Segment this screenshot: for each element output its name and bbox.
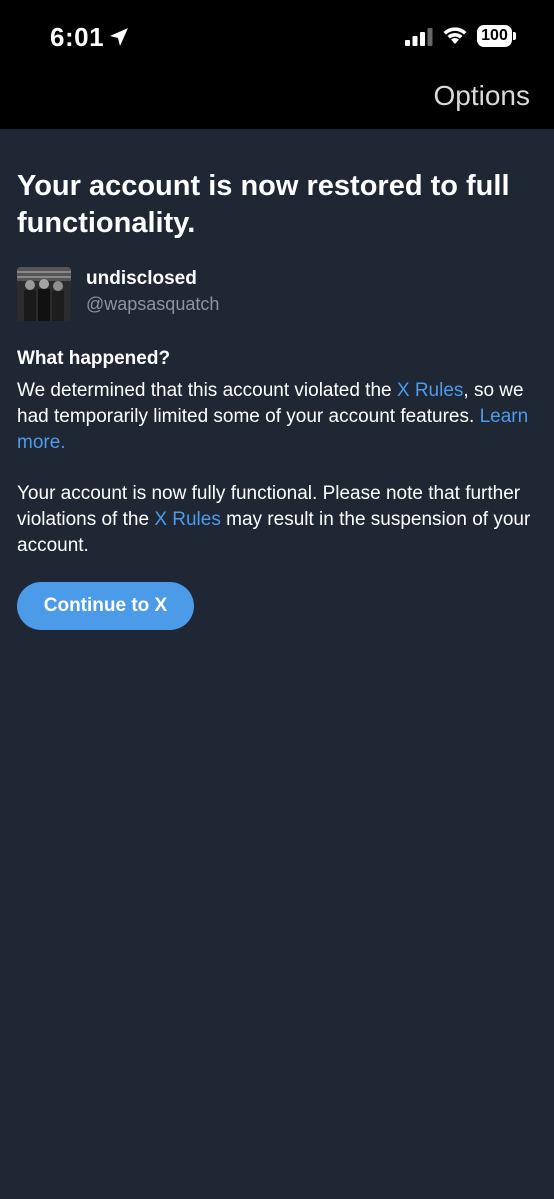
avatar: [17, 267, 71, 321]
top-bar: 6:01 100 Options: [0, 0, 554, 129]
what-happened-heading: What happened?: [17, 348, 171, 369]
wifi-icon: [443, 27, 467, 44]
status-paragraph: Your account is now fully functional. Pl…: [17, 481, 541, 559]
page-title: Your account is now restored to full fun…: [17, 170, 510, 239]
explanation-paragraph: We determined that this account violated…: [17, 378, 541, 456]
account-name: undisclosed: [86, 268, 197, 289]
battery-level: 100: [477, 25, 512, 47]
battery-tip: [513, 32, 516, 40]
explanation-text: We determined that this account violated…: [17, 380, 397, 401]
avatar-image: [17, 267, 71, 321]
continue-button[interactable]: Continue to X: [17, 582, 194, 630]
battery-indicator: 100: [477, 25, 516, 47]
options-button[interactable]: Options: [434, 80, 531, 112]
x-rules-link-2[interactable]: X Rules: [154, 509, 221, 530]
account-handle: @wapsasquatch: [86, 294, 220, 314]
cellular-signal-icon: [405, 28, 433, 46]
x-rules-link[interactable]: X Rules: [397, 380, 464, 401]
status-time: 6:01: [50, 22, 105, 52]
location-arrow-icon: [110, 28, 128, 46]
